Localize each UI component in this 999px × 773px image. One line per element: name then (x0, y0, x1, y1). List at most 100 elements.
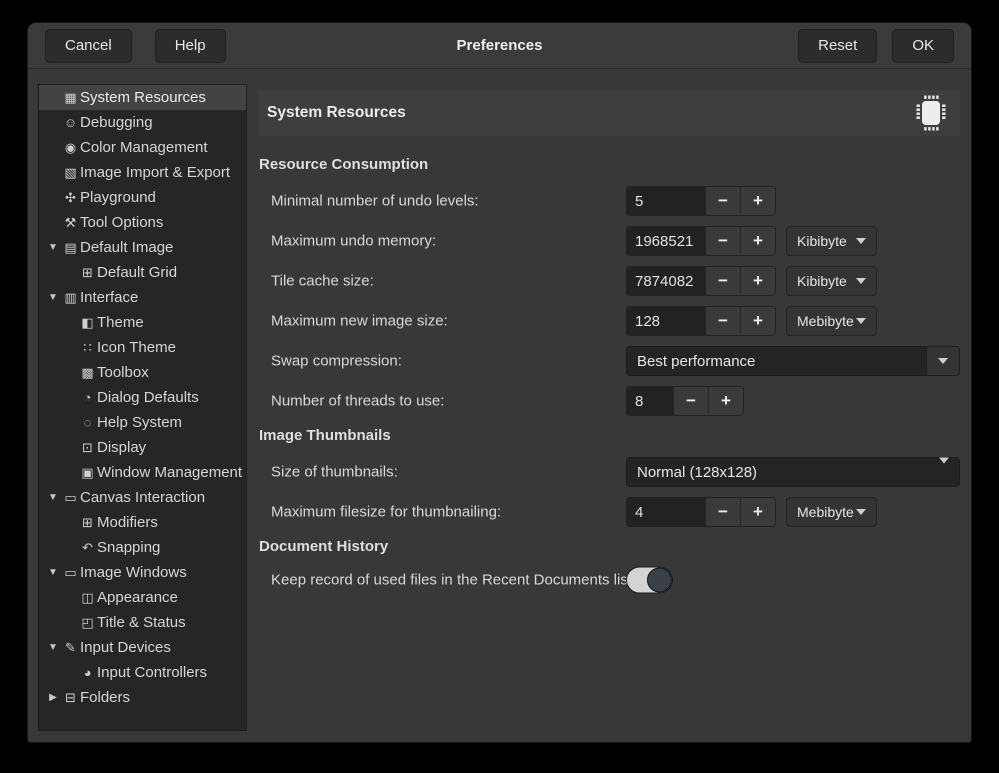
ok-button[interactable]: OK (892, 29, 954, 63)
import-export-icon: ▧ (62, 165, 79, 181)
sidebar-item-interface[interactable]: ▼▥Interface (39, 285, 246, 310)
expander-down-icon[interactable]: ▼ (44, 242, 62, 253)
sidebar-item-debugging[interactable]: ☺Debugging (39, 110, 246, 135)
expander-down-icon[interactable]: ▼ (44, 567, 62, 578)
setting-label: Maximum filesize for thumbnailing: (271, 504, 501, 521)
wilber-icon: ☺ (62, 115, 79, 130)
sidebar-item-folders[interactable]: ▶⊟Folders (39, 685, 246, 710)
spin-decrement-button[interactable]: − (705, 498, 740, 526)
snapping-icon: ↶ (79, 540, 96, 556)
dropdown[interactable]: Best performance (626, 346, 960, 376)
spin-increment-button[interactable]: + (740, 307, 775, 335)
sidebar-item-color-management[interactable]: ◉Color Management (39, 135, 246, 160)
sidebar-item-input-controllers[interactable]: ◕Input Controllers (39, 660, 246, 685)
chevron-down-icon (856, 509, 866, 515)
interface-icon: ▥ (62, 290, 79, 306)
spin-entry-field[interactable]: 7874082 (627, 267, 705, 295)
unit-dropdown[interactable]: Kibibyte (786, 266, 877, 296)
unit-dropdown[interactable]: Mebibyte (786, 306, 877, 336)
help-button[interactable]: Help (155, 29, 226, 63)
spin-entry-field[interactable]: 8 (627, 387, 673, 415)
canvas-icon: ▭ (62, 490, 79, 506)
sidebar-item-image-import-export[interactable]: ▧Image Import & Export (39, 160, 246, 185)
sidebar-item-label: Input Devices (80, 639, 171, 656)
sidebar-item-appearance[interactable]: ◫Appearance (39, 585, 246, 610)
spin-entry-field[interactable]: 1968521 (627, 227, 705, 255)
sidebar-item-modifiers[interactable]: ⊞Modifiers (39, 510, 246, 535)
toggle-knob (647, 568, 672, 593)
setting-label: Keep record of used files in the Recent … (271, 572, 632, 589)
sidebar-item-image-windows[interactable]: ▼▭Image Windows (39, 560, 246, 585)
cpu-icon (910, 92, 952, 134)
spin-decrement-button[interactable]: − (705, 267, 740, 295)
sidebar-item-window-management[interactable]: ▣Window Management (39, 460, 246, 485)
chevron-down-icon (938, 358, 948, 364)
sidebar-item-system-resources[interactable]: ▦System Resources (39, 85, 246, 110)
sidebar-item-theme[interactable]: ◧Theme (39, 310, 246, 335)
sidebar-item-label: Dialog Defaults (97, 389, 199, 406)
new-image-icon: ▤ (62, 240, 79, 256)
preferences-category-tree: ▦System Resources☺Debugging◉Color Manage… (38, 84, 247, 731)
title-status-icon: ◰ (79, 615, 96, 631)
display-icon: ⊡ (79, 440, 96, 456)
unit-dropdown-value: Kibibyte (797, 233, 847, 249)
expander-down-icon[interactable]: ▼ (44, 292, 62, 303)
section-title-document-history: Document History (259, 538, 960, 556)
spin-increment-button[interactable]: + (740, 227, 775, 255)
unit-dropdown[interactable]: Kibibyte (786, 226, 877, 256)
spin-decrement-button[interactable]: − (705, 227, 740, 255)
unit-dropdown-value: Kibibyte (797, 273, 847, 289)
spin-increment-button[interactable]: + (740, 187, 775, 215)
spin-decrement-button[interactable]: − (673, 387, 708, 415)
sidebar-item-label: Icon Theme (97, 339, 176, 356)
sidebar-item-title-status[interactable]: ◰Title & Status (39, 610, 246, 635)
sidebar-item-label: Default Image (80, 239, 173, 256)
sidebar-item-canvas-interaction[interactable]: ▼▭Canvas Interaction (39, 485, 246, 510)
setting-control (626, 567, 673, 594)
spin-entry-field[interactable]: 4 (627, 498, 705, 526)
sidebar-item-tool-options[interactable]: ⚒Tool Options (39, 210, 246, 235)
section-title-resource-consumption: Resource Consumption (259, 156, 960, 174)
dropdown-arrow (939, 464, 949, 481)
settings-row: Minimal number of undo levels:5−+ (259, 181, 960, 221)
dropdown[interactable]: Normal (128x128) (626, 457, 960, 487)
toggle-switch[interactable] (626, 567, 673, 594)
expander-down-icon[interactable]: ▼ (44, 492, 62, 503)
dropdown-arrow-button[interactable] (926, 347, 959, 375)
color-circles-icon: ◉ (62, 140, 79, 156)
sidebar-item-toolbox[interactable]: ▩Toolbox (39, 360, 246, 385)
unit-dropdown-value: Mebibyte (797, 504, 854, 520)
sidebar-item-default-grid[interactable]: ⊞Default Grid (39, 260, 246, 285)
sidebar-item-default-image[interactable]: ▼▤Default Image (39, 235, 246, 260)
sidebar-item-snapping[interactable]: ↶Snapping (39, 535, 246, 560)
setting-label: Maximum new image size: (271, 313, 448, 330)
spin-increment-button[interactable]: + (740, 498, 775, 526)
unit-dropdown[interactable]: Mebibyte (786, 497, 877, 527)
sidebar-item-icon-theme[interactable]: ∷Icon Theme (39, 335, 246, 360)
sidebar-item-label: Interface (80, 289, 138, 306)
spin-decrement-button[interactable]: − (705, 307, 740, 335)
sidebar-item-playground[interactable]: ✣Playground (39, 185, 246, 210)
setting-label: Swap compression: (271, 353, 402, 370)
spin-decrement-button[interactable]: − (705, 187, 740, 215)
spinbox: 8−+ (626, 386, 744, 416)
titlebar-right-buttons: Reset OK (798, 29, 954, 63)
spin-increment-button[interactable]: + (740, 267, 775, 295)
sidebar-item-help-system[interactable]: ◌Help System (39, 410, 246, 435)
setting-control: Normal (128x128) (626, 457, 960, 487)
spin-entry-field[interactable]: 128 (627, 307, 705, 335)
spinbox: 1968521−+ (626, 226, 776, 256)
sidebar-item-label: Window Management (97, 464, 242, 481)
sidebar-item-label: Canvas Interaction (80, 489, 205, 506)
sidebar-item-dialog-defaults[interactable]: ◔Dialog Defaults (39, 385, 246, 410)
spin-increment-button[interactable]: + (708, 387, 743, 415)
reset-button[interactable]: Reset (798, 29, 877, 63)
page-header: System Resources (259, 90, 960, 136)
expander-down-icon[interactable]: ▼ (44, 642, 62, 653)
cancel-button[interactable]: Cancel (45, 29, 132, 63)
sidebar-item-label: Toolbox (97, 364, 149, 381)
expander-right-icon[interactable]: ▶ (44, 692, 62, 703)
sidebar-item-input-devices[interactable]: ▼✎Input Devices (39, 635, 246, 660)
sidebar-item-display[interactable]: ⊡Display (39, 435, 246, 460)
spin-entry-field[interactable]: 5 (627, 187, 705, 215)
